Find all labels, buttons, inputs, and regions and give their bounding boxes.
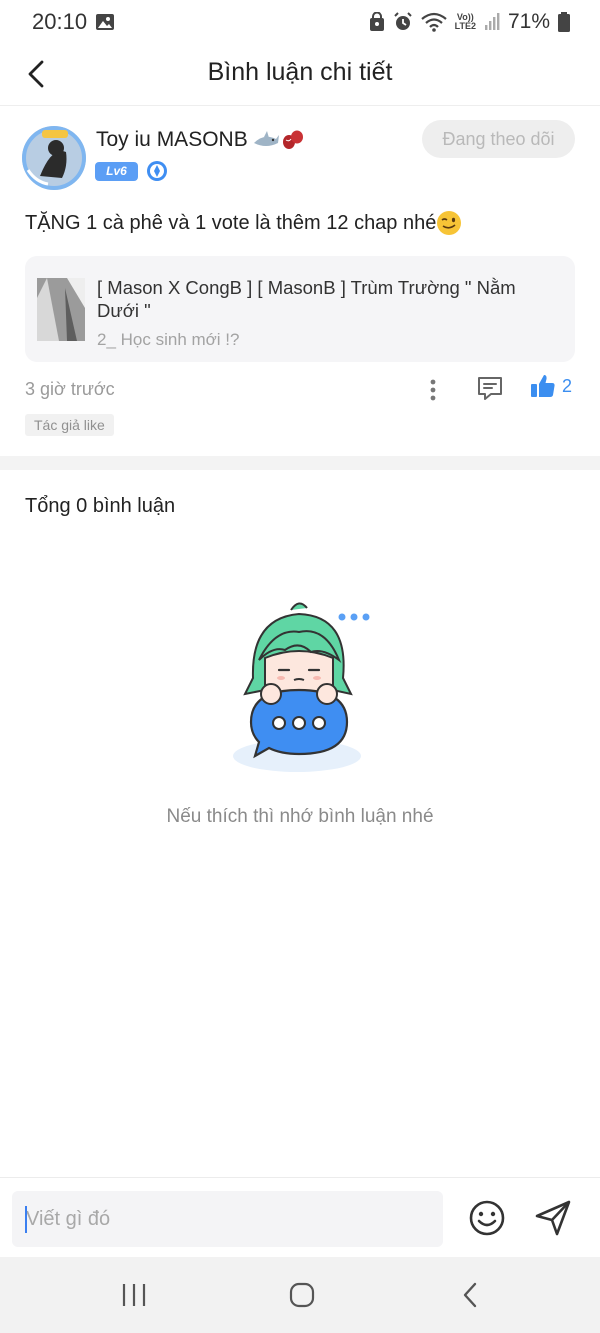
- status-time: 20:10: [32, 9, 88, 34]
- comment-compose-bar: [0, 1177, 600, 1257]
- post-time: 3 giờ trước: [25, 379, 115, 399]
- level-badge: Lv6: [95, 162, 138, 181]
- story-title: [ Mason X CongB ] [ MasonB ] Trùm Trường…: [97, 277, 516, 321]
- recent-apps-button[interactable]: [114, 1277, 154, 1313]
- avatar[interactable]: [22, 126, 86, 190]
- status-right-icons: Vo)) LTE2 71%: [369, 10, 570, 34]
- system-back-button[interactable]: [450, 1277, 490, 1313]
- story-card[interactable]: [ Mason X CongB ] [ MasonB ] Trùm Trường…: [25, 256, 575, 362]
- emoji-button[interactable]: [467, 1198, 507, 1238]
- post-text-row: TẶNG 1 cà phê và 1 vote là thêm 12 chap …: [25, 210, 462, 236]
- section-divider: [0, 456, 600, 470]
- wifi-icon: [420, 12, 447, 32]
- home-button[interactable]: [282, 1277, 322, 1313]
- author-name: Toy iu MASONB: [96, 128, 248, 151]
- reply-button[interactable]: [476, 374, 504, 402]
- system-nav-bar: [0, 1257, 600, 1333]
- app-header: Bình luận chi tiết: [0, 44, 600, 106]
- status-bar: 20:10 Vo)) LTE2 71%: [0, 0, 600, 44]
- comment-detail-screen: 20:10 Vo)) LTE2 71% Bình luận chi tiết T…: [0, 0, 600, 1333]
- signal-icon: [484, 13, 500, 31]
- smiley-icon: [469, 1200, 505, 1236]
- text-caret: [25, 1206, 27, 1233]
- empty-comments-text: Nếu thích thì nhớ bình luận nhé: [166, 806, 434, 827]
- volte-line2: LTE2: [454, 21, 476, 31]
- like-button[interactable]: 2: [530, 373, 572, 399]
- post-text: TẶNG 1 cà phê và 1 vote là thêm 12 chap …: [25, 211, 437, 234]
- winking-face-icon: [437, 211, 462, 235]
- name-decoration: [252, 129, 305, 151]
- follow-button[interactable]: Đang theo dõi: [422, 120, 575, 158]
- more-vertical-icon: [430, 379, 436, 401]
- send-button[interactable]: [533, 1198, 573, 1238]
- alarm-icon: [393, 12, 413, 32]
- image-notification-icon: [95, 12, 115, 37]
- volte-indicator: Vo)) LTE2: [455, 13, 476, 31]
- back-arrow-icon: [463, 1282, 477, 1308]
- comment-icon: [478, 377, 502, 400]
- battery-percent: 71%: [507, 10, 550, 33]
- comment-input[interactable]: [12, 1191, 443, 1247]
- post-card: Toy iu MASONB Lv6 Đang theo dõi TẶNG 1 c…: [0, 106, 600, 456]
- like-count: 2: [562, 375, 573, 396]
- shark-icon: [253, 131, 279, 146]
- more-options-button[interactable]: [422, 376, 444, 404]
- home-icon: [289, 1282, 315, 1308]
- author-name-row[interactable]: Toy iu MASONB: [96, 128, 305, 152]
- rank-badge-icon: [146, 160, 168, 187]
- page-title: Bình luận chi tiết: [207, 58, 393, 86]
- comments-total: Tổng 0 bình luận: [25, 495, 176, 517]
- empty-comments-mascot: [225, 598, 375, 778]
- story-chapter: 2_ Học sinh mới !?: [97, 330, 240, 349]
- story-cover-image: [37, 278, 85, 341]
- lock-icon: [369, 12, 385, 32]
- author-like-tag: Tác giả like: [25, 414, 114, 436]
- thumbs-up-icon: [531, 375, 555, 397]
- beans-icon: [282, 130, 303, 149]
- send-icon: [535, 1200, 571, 1236]
- recent-apps-icon: [122, 1284, 146, 1306]
- battery-icon: [558, 12, 570, 32]
